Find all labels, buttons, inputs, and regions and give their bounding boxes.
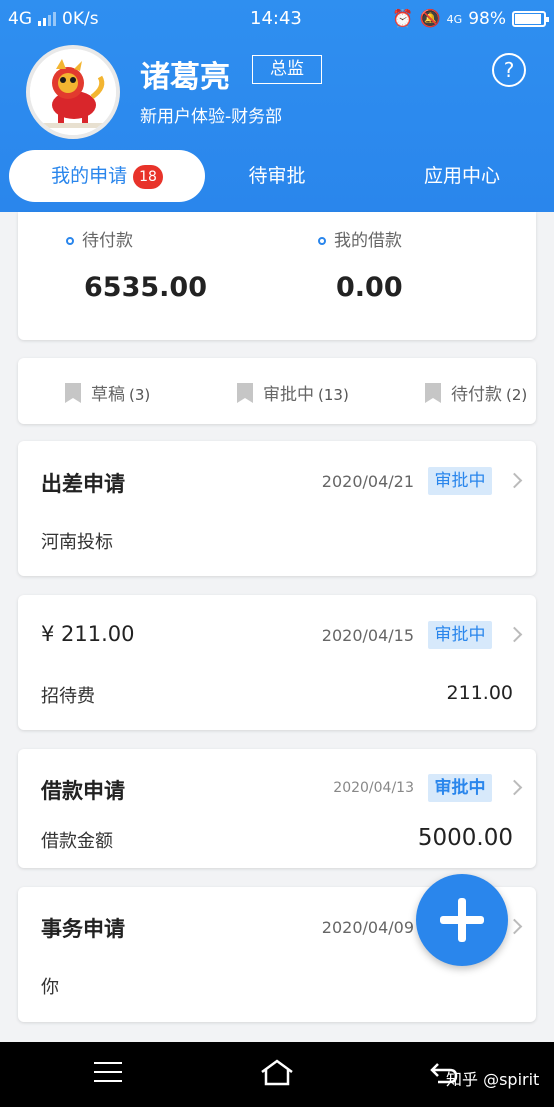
chevron-right-icon [506,472,523,489]
request-desc: 河南投标 [41,532,113,553]
request-card[interactable]: ¥ 211.00 2020/04/15 审批中 招待费 211.00 [18,595,536,730]
clock: 14:43 [250,8,302,29]
dot-icon [318,237,326,245]
dot-icon [66,237,74,245]
battery-icon [512,11,549,27]
request-title: 事务申请 [41,917,125,941]
request-date: 2020/04/21 [321,472,414,491]
watermark: 知乎 @spirit [446,1070,540,1089]
help-icon[interactable]: ? [492,53,526,87]
status-badge: 审批中 [428,774,492,802]
department: 新用户体验-财务部 [140,107,283,127]
app-header: 4G 0K/s 14:43 ⏰ 🔕 4G 98% 诸葛亮 总监 新用户体验-财务… [0,0,554,212]
chevron-right-icon [506,779,523,796]
summary-card: 待付款 6535.00 我的借款 0.00 [18,212,536,340]
tab-app-center[interactable]: 应用中心 [392,150,532,202]
network-type-right: 4G [446,12,463,26]
my-loans-value[interactable]: 0.00 [336,272,403,303]
status-badge: 审批中 [428,467,492,495]
my-loans-label: 我的借款 [318,226,402,251]
tab-pending-approval[interactable]: 待审批 [203,150,351,202]
home-icon[interactable] [259,1058,295,1088]
mute-icon: 🔕 [419,9,441,29]
bookmark-icon [65,383,81,403]
status-badge: 审批中 [428,621,492,649]
request-title: 借款申请 [41,779,125,803]
request-date: 2020/04/13 [333,780,414,796]
network-type: 4G [8,9,32,29]
signal-icon [38,12,56,26]
request-amount: 211.00 [446,682,513,704]
menu-icon[interactable] [94,1062,122,1084]
chevron-right-icon [506,918,523,935]
request-card[interactable]: 出差申请 2020/04/21 审批中 河南投标 [18,441,536,576]
pending-payment-value[interactable]: 6535.00 [84,272,207,303]
chevron-right-icon [506,626,523,643]
request-desc: 你 [41,977,59,998]
bookmark-icon [425,383,441,403]
network-speed: 0K/s [62,9,99,29]
bookmark-icon [237,383,253,403]
battery-percent: 98% [468,9,506,29]
request-amount: 5000.00 [417,825,513,851]
filter-bar: 草稿 (3) 审批中 (13) 待付款 (2) [18,358,536,424]
filter-in-approval[interactable]: 审批中 (13) [237,380,349,405]
request-title: 出差申请 [41,472,125,496]
add-request-button[interactable] [416,874,508,966]
request-title: ¥ 211.00 [41,622,135,646]
tab-label: 我的申请 [51,165,128,187]
request-desc: 借款金额 [41,831,113,852]
count-badge: 18 [133,164,163,189]
request-desc: 招待费 [41,686,95,707]
tab-my-requests[interactable]: 我的申请 18 [9,150,205,202]
lion-mascot-icon [30,49,116,135]
status-bar: 4G 0K/s 14:43 ⏰ 🔕 4G 98% [0,0,554,38]
filter-drafts[interactable]: 草稿 (3) [65,380,150,405]
avatar[interactable] [26,45,120,139]
user-name: 诸葛亮 [140,60,230,95]
request-date: 2020/04/09 [321,918,414,937]
pending-payment-label: 待付款 [66,226,133,251]
role-badge: 总监 [252,55,322,84]
request-date: 2020/04/15 [321,626,414,645]
filter-pending-payment[interactable]: 待付款 (2) [425,380,527,405]
request-card[interactable]: 借款申请 2020/04/13 审批中 借款金额 5000.00 [18,749,536,868]
alarm-icon: ⏰ [392,9,414,29]
